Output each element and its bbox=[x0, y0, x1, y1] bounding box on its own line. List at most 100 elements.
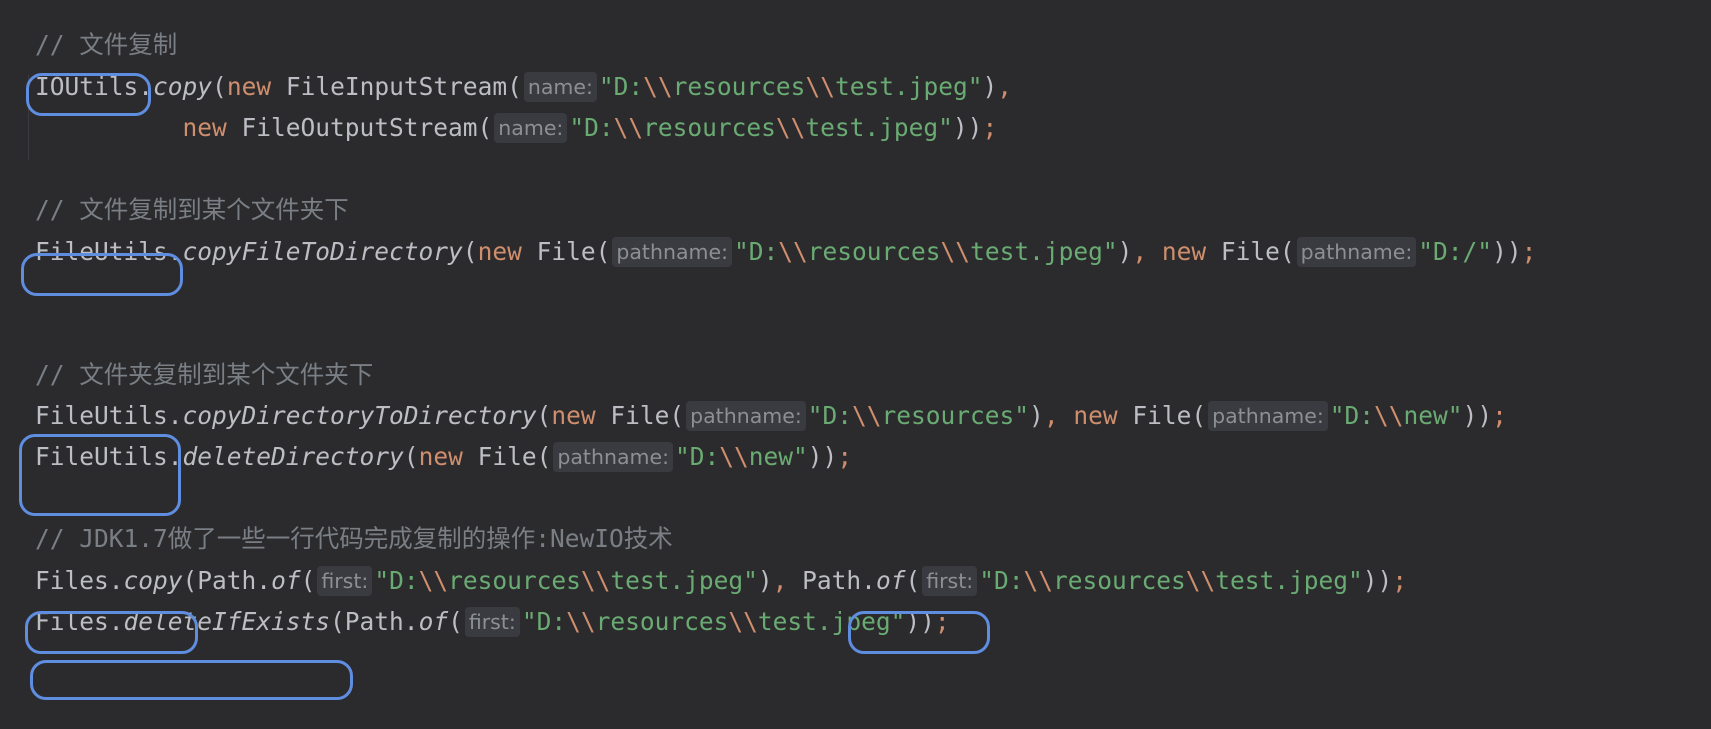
paren: ( bbox=[403, 442, 419, 471]
string-part: "D: bbox=[807, 401, 853, 430]
paren: ( bbox=[300, 566, 316, 595]
string-part: test.jpeg" bbox=[970, 237, 1118, 266]
escape-seq: \\ bbox=[852, 401, 882, 430]
class-fileutils[interactable]: FileUtils bbox=[35, 442, 168, 471]
comment-copy-directory: // 文件夹复制到某个文件夹下 bbox=[35, 360, 374, 389]
string-part: resources" bbox=[881, 401, 1030, 430]
paren: )) bbox=[1462, 401, 1493, 430]
code-line-fileoutputstream[interactable]: new FileOutputStream(name: "D:\\resources… bbox=[35, 110, 997, 146]
dot: . bbox=[108, 566, 124, 595]
code-line-copyfiletodirectory[interactable]: FileUtils.copyFileToDirectory(new File(p… bbox=[35, 234, 1536, 270]
semicolon: ; bbox=[1521, 237, 1537, 266]
escape-seq: \\ bbox=[1374, 401, 1404, 430]
escape-seq: \\ bbox=[613, 113, 644, 142]
method-of[interactable]: of bbox=[876, 566, 906, 595]
string-part: new" bbox=[748, 442, 808, 471]
string-part: test.jpeg" bbox=[834, 72, 983, 101]
escape-seq: \\ bbox=[580, 566, 611, 595]
dot: . bbox=[108, 607, 124, 636]
keyword-new: new bbox=[551, 401, 596, 430]
param-hint-pathname: pathname: bbox=[686, 401, 806, 431]
keyword-new: new bbox=[182, 113, 227, 142]
paren: ( bbox=[536, 401, 552, 430]
class-files[interactable]: Files bbox=[35, 566, 109, 595]
param-hint-first: first: bbox=[922, 566, 978, 596]
class-files[interactable]: Files bbox=[35, 607, 109, 636]
type-file[interactable]: File( bbox=[522, 237, 611, 266]
paren: )) bbox=[905, 607, 935, 636]
param-hint-pathname: pathname: bbox=[1208, 401, 1328, 431]
class-fileutils[interactable]: FileUtils bbox=[35, 401, 168, 430]
comment-copy-to-directory: // 文件复制到某个文件夹下 bbox=[35, 195, 349, 224]
method-of[interactable]: of bbox=[419, 607, 449, 636]
paren: )) bbox=[1362, 566, 1393, 595]
string-part: "D: bbox=[569, 113, 614, 142]
comma: , bbox=[772, 566, 803, 595]
path-call[interactable]: (Path. bbox=[183, 566, 272, 595]
param-hint-first: first: bbox=[317, 566, 373, 596]
code-line-ioutils-copy[interactable]: IOUtils.copy(new FileInputStream(name: "D… bbox=[35, 69, 1012, 105]
string-part: "D: bbox=[598, 72, 644, 101]
highlight-files-deleteifexists bbox=[30, 660, 353, 700]
semicolon: ; bbox=[1392, 566, 1408, 595]
escape-seq: \\ bbox=[719, 442, 749, 471]
type-file[interactable]: File( bbox=[1118, 401, 1206, 430]
keyword-new: new bbox=[1161, 237, 1207, 266]
string-part: "D: bbox=[521, 607, 567, 636]
method-copyfiletodirectory[interactable]: copyFileToDirectory bbox=[183, 237, 463, 266]
type-fileoutputstream[interactable]: FileOutputStream( bbox=[227, 113, 493, 142]
code-line-copydirectorytodirectory[interactable]: FileUtils.copyDirectoryToDirectory(new F… bbox=[35, 398, 1507, 434]
code-line-deletedirectory[interactable]: FileUtils.deleteDirectory(new File(pathn… bbox=[35, 439, 852, 475]
class-ioutils[interactable]: IOUtils bbox=[35, 72, 138, 101]
type-file[interactable]: File( bbox=[596, 401, 684, 430]
paren: ) bbox=[757, 566, 773, 595]
method-deletedirectory[interactable]: deleteDirectory bbox=[183, 442, 404, 471]
method-copy[interactable]: copy bbox=[153, 72, 212, 101]
code-line-files-copy[interactable]: Files.copy(Path.of(first: "D:\\resources\… bbox=[35, 563, 1407, 599]
param-hint-name: name: bbox=[523, 72, 597, 102]
type-file[interactable]: File( bbox=[1206, 237, 1295, 266]
string-part: resources bbox=[807, 237, 941, 266]
method-copydirectorytodirectory[interactable]: copyDirectoryToDirectory bbox=[183, 401, 537, 430]
comma: , bbox=[1043, 401, 1074, 430]
type-fileinputstream[interactable]: FileInputStream( bbox=[271, 72, 522, 101]
string-part: resources bbox=[1052, 566, 1186, 595]
string-part: "D:/" bbox=[1418, 237, 1493, 266]
paren: )) bbox=[1492, 237, 1522, 266]
paren: ) bbox=[1029, 401, 1044, 430]
keyword-new: new bbox=[226, 72, 272, 101]
type-file[interactable]: File( bbox=[463, 442, 552, 471]
semicolon: ; bbox=[934, 607, 950, 636]
paren: ( bbox=[212, 72, 227, 101]
escape-seq: \\ bbox=[805, 72, 835, 101]
escape-seq: \\ bbox=[940, 237, 971, 266]
escape-seq: \\ bbox=[566, 607, 596, 636]
class-fileutils[interactable]: FileUtils bbox=[35, 237, 168, 266]
string-part: "D: bbox=[374, 566, 419, 595]
code-line-files-deleteifexists[interactable]: Files.deleteIfExists(Path.of(first: "D:\\… bbox=[35, 604, 950, 640]
string-part: resources bbox=[643, 113, 776, 142]
code-editor[interactable]: // 文件复制 IOUtils.copy(new FileInputStream… bbox=[0, 0, 1711, 729]
indent-guide bbox=[28, 75, 29, 160]
paren: ) bbox=[982, 72, 998, 101]
escape-seq: \\ bbox=[418, 566, 449, 595]
paren: )) bbox=[952, 113, 983, 142]
dot: . bbox=[167, 442, 183, 471]
path-call[interactable]: (Path. bbox=[330, 607, 419, 636]
comment-file-copy: // 文件复制 bbox=[35, 30, 178, 59]
param-hint-pathname: pathname: bbox=[1296, 237, 1417, 267]
method-of[interactable]: of bbox=[271, 566, 301, 595]
method-deleteifexists[interactable]: deleteIfExists bbox=[124, 607, 331, 636]
escape-seq: \\ bbox=[775, 113, 806, 142]
semicolon: ; bbox=[1492, 401, 1507, 430]
string-part: "D: bbox=[675, 442, 720, 471]
string-part: new" bbox=[1403, 401, 1463, 430]
dot: . bbox=[167, 401, 183, 430]
escape-seq: \\ bbox=[643, 72, 673, 101]
method-copy[interactable]: copy bbox=[124, 566, 183, 595]
string-part: "D: bbox=[1329, 401, 1375, 430]
string-part: "D: bbox=[979, 566, 1024, 595]
keyword-new: new bbox=[1073, 401, 1118, 430]
path-call[interactable]: Path. bbox=[802, 566, 876, 595]
